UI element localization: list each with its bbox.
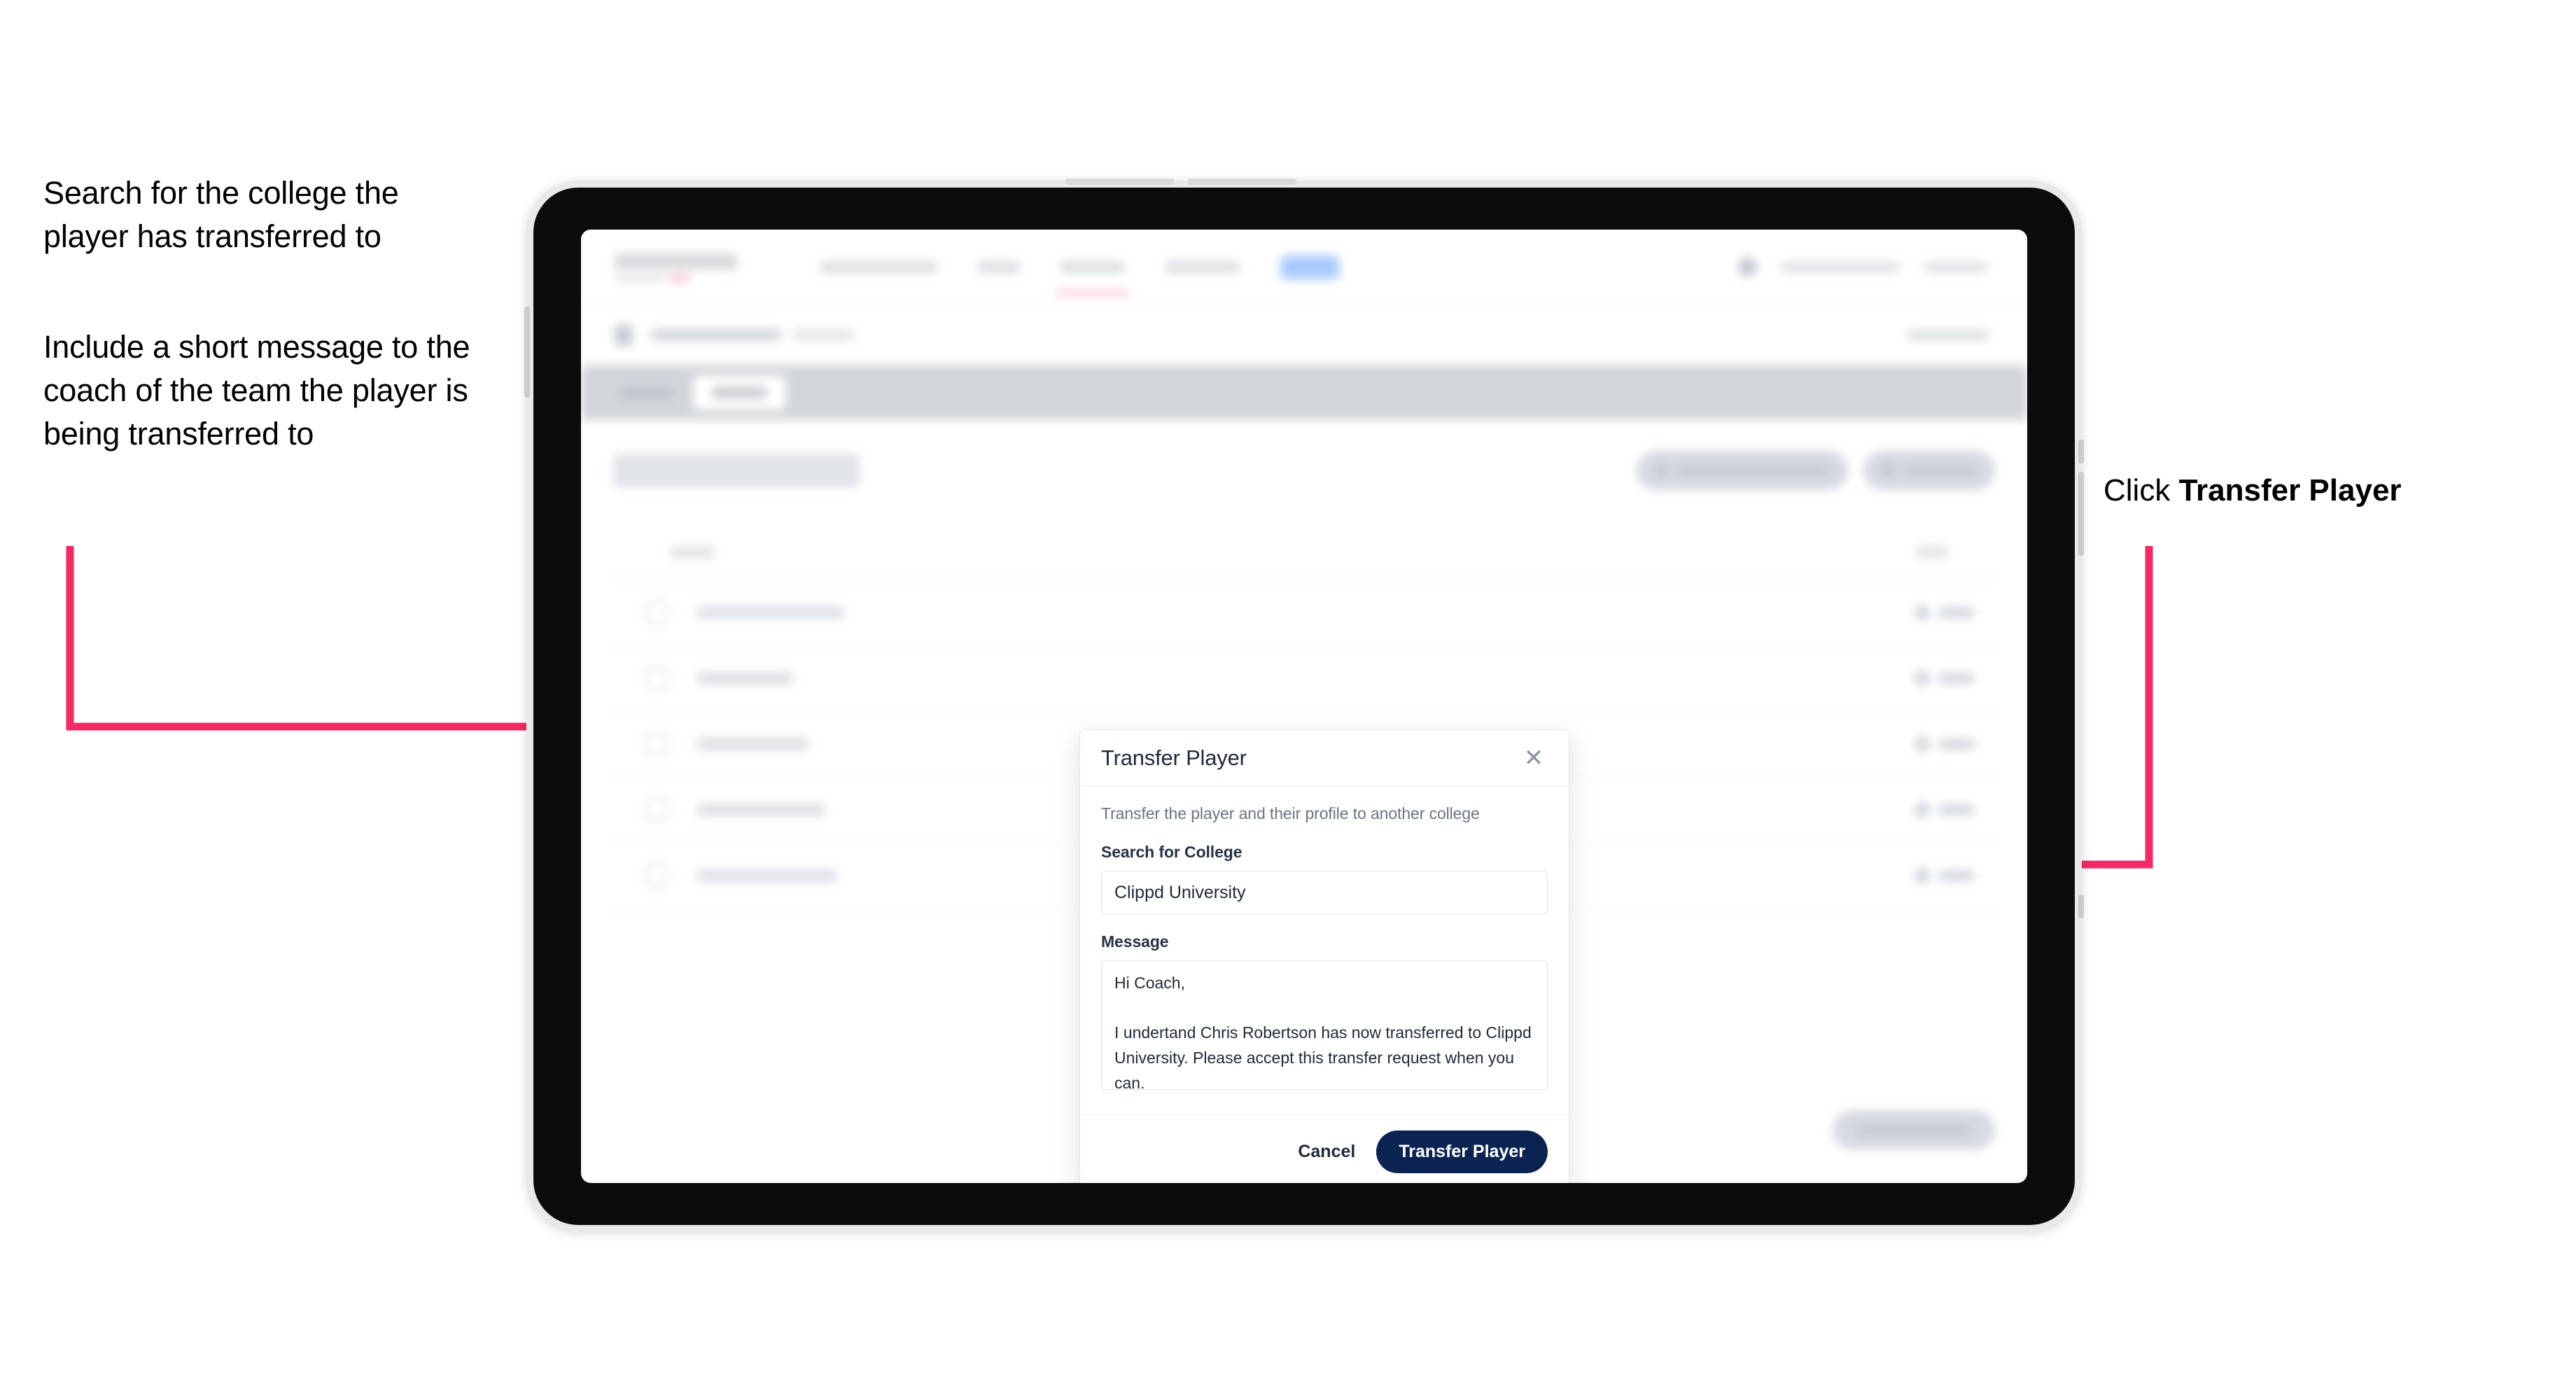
annotation-click-target: Transfer Player <box>2178 473 2402 507</box>
nav-item-1[interactable] <box>820 261 937 273</box>
search-college-input[interactable] <box>1101 871 1548 914</box>
device-side-button-1 <box>2078 440 2084 463</box>
dialog-footer: Cancel Transfer Player <box>1080 1114 1569 1183</box>
row-checkbox[interactable] <box>645 798 669 822</box>
request-player-transfer-button[interactable] <box>1637 451 1848 490</box>
dialog-header: Transfer Player ✕ <box>1080 730 1569 786</box>
breadcrumb-icon <box>615 324 633 346</box>
annotation-click-transfer-player: Click Transfer Player <box>2104 473 2402 508</box>
device-top-button-1 <box>1065 178 1174 185</box>
row-checkbox[interactable] <box>645 864 669 888</box>
annotation-click-prefix: Click <box>2104 473 2179 507</box>
search-college-label: Search for College <box>1101 843 1242 861</box>
dialog-title: Transfer Player <box>1101 745 1247 770</box>
add-player-button[interactable] <box>1863 451 1995 490</box>
app-header-buttons <box>1637 451 1995 490</box>
row-checkbox[interactable] <box>645 666 669 690</box>
breadcrumb-cancel-action[interactable] <box>1907 329 1989 341</box>
table-header-name <box>671 546 714 559</box>
nav-signout[interactable] <box>1924 262 1988 272</box>
nav-account-email[interactable] <box>1781 262 1900 272</box>
row-player-name <box>697 738 808 750</box>
tablet-device-frame: Transfer Player ✕ Transfer the player an… <box>524 178 2084 1232</box>
row-edit-action[interactable] <box>1912 602 1974 623</box>
message-label: Message <box>1101 932 1169 951</box>
row-checkbox[interactable] <box>645 732 669 756</box>
device-side-button-2 <box>2078 472 2084 556</box>
row-player-name <box>697 606 844 619</box>
app-navbar <box>581 230 2027 305</box>
tablet-screen: Transfer Player ✕ Transfer the player an… <box>581 230 2027 1183</box>
nav-item-3[interactable] <box>1056 261 1129 295</box>
device-side-button-3 <box>2078 895 2084 918</box>
save-roster-changes-button[interactable] <box>1833 1110 1995 1149</box>
transfer-player-dialog: Transfer Player ✕ Transfer the player an… <box>1079 729 1569 1183</box>
nav-item-4[interactable] <box>1166 261 1240 273</box>
nav-item-2[interactable] <box>978 261 1020 273</box>
cancel-button[interactable]: Cancel <box>1298 1142 1355 1162</box>
screenshot-stage: Search for the college the player has tr… <box>0 0 2576 1386</box>
app-nav-right <box>1738 258 1988 276</box>
table-header-edit <box>1915 546 1949 559</box>
app-page-title <box>613 454 860 487</box>
app-logo[interactable] <box>615 253 737 281</box>
device-top-button-2 <box>1188 178 1296 185</box>
row-player-name <box>697 672 792 685</box>
tab-roster[interactable] <box>693 376 785 410</box>
app-nav-items <box>820 255 1339 295</box>
transfer-player-button[interactable]: Transfer Player <box>1376 1130 1548 1173</box>
device-left-button <box>524 307 530 398</box>
message-textarea[interactable]: Hi Coach, I undertand Chris Robertson ha… <box>1101 960 1548 1090</box>
row-edit-action[interactable] <box>1912 734 1974 755</box>
dialog-subtitle: Transfer the player and their profile to… <box>1101 804 1480 822</box>
nav-item-5-highlighted[interactable] <box>1280 255 1339 279</box>
row-checkbox[interactable] <box>645 601 669 624</box>
table-row[interactable] <box>606 645 2002 711</box>
row-edit-action[interactable] <box>1912 799 1974 820</box>
row-edit-action[interactable] <box>1912 865 1974 886</box>
tab-details[interactable] <box>606 376 687 410</box>
row-player-name <box>697 804 825 816</box>
row-edit-action[interactable] <box>1912 668 1974 689</box>
dialog-body: Transfer the player and their profile to… <box>1080 786 1569 1114</box>
row-player-name <box>697 869 837 882</box>
table-row[interactable] <box>606 580 2002 645</box>
breadcrumb-primary[interactable] <box>651 329 781 341</box>
annotation-include-message: Include a short message to the coach of … <box>43 329 470 452</box>
breadcrumb-secondary <box>792 329 854 341</box>
close-icon[interactable]: ✕ <box>1518 743 1549 774</box>
app-breadcrumb-bar <box>581 305 2027 365</box>
app-tab-bar <box>581 365 2027 420</box>
annotation-search-college: Search for the college the player has tr… <box>43 175 399 255</box>
avatar[interactable] <box>1738 258 1757 276</box>
